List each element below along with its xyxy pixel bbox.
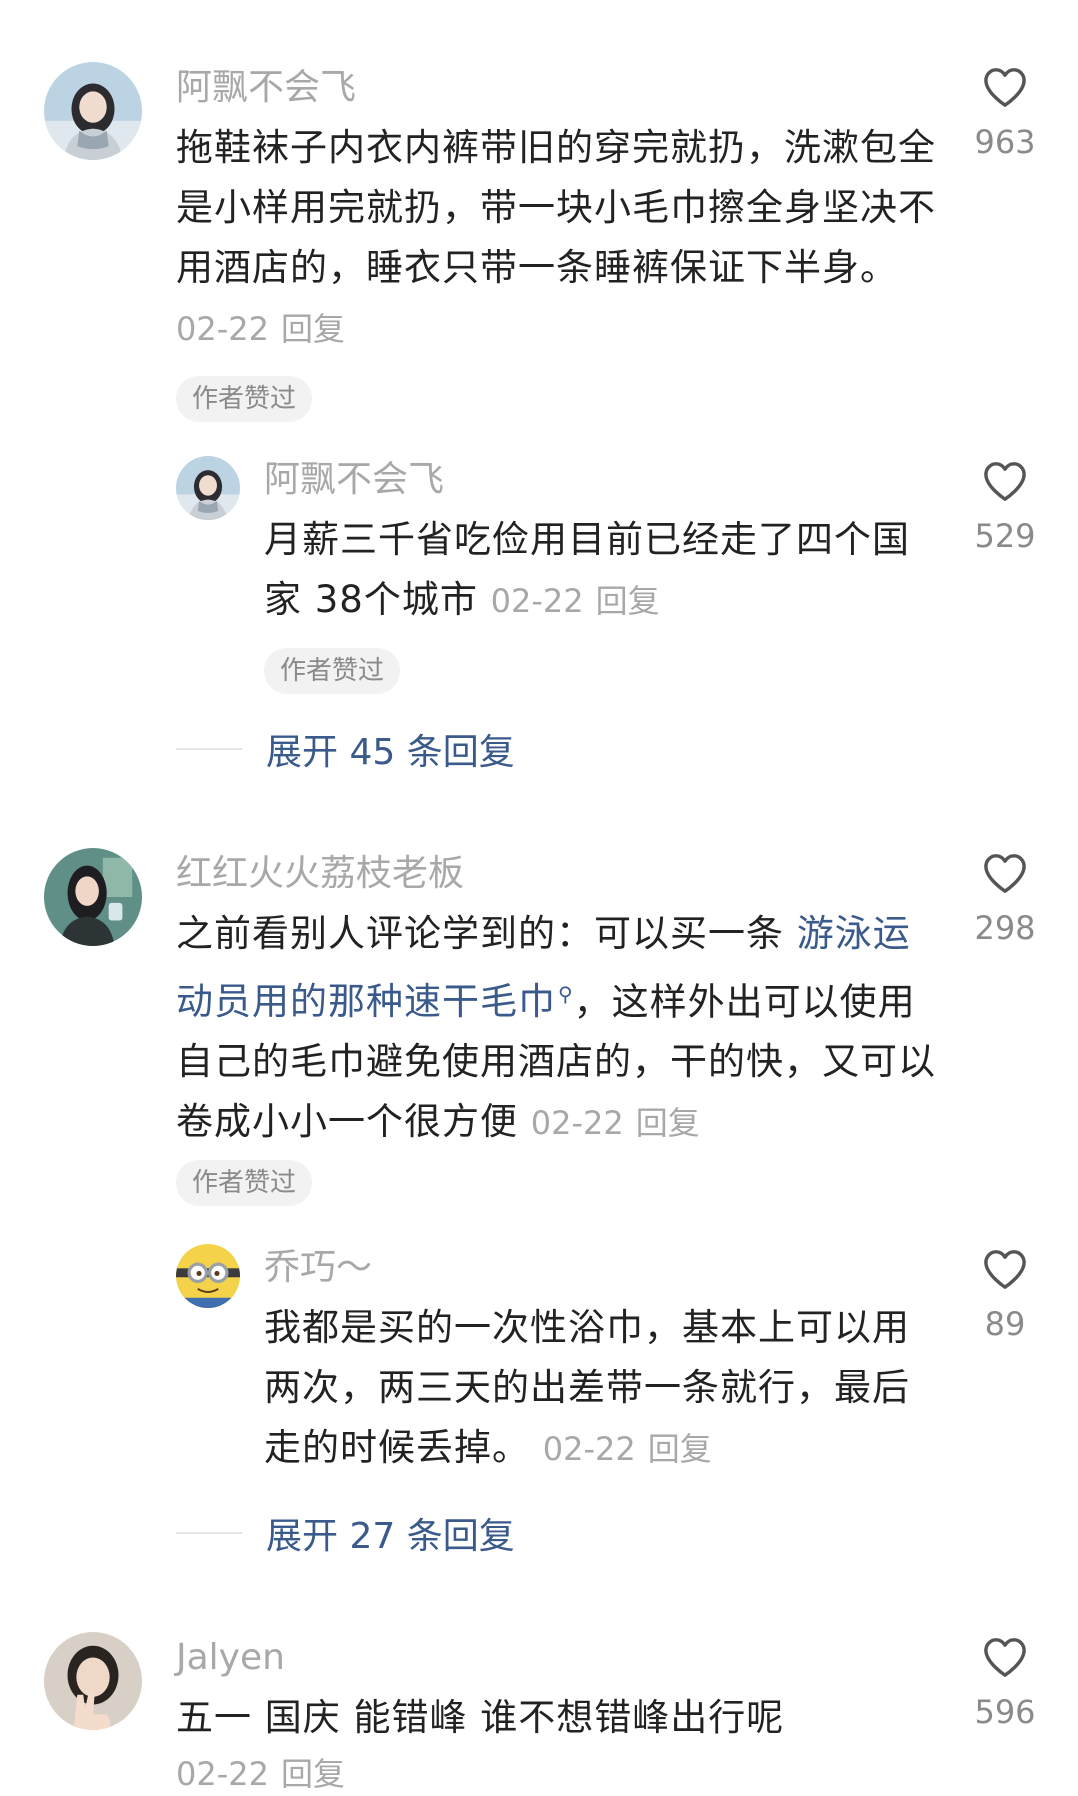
heart-icon xyxy=(984,68,1026,107)
like-button[interactable]: 89 xyxy=(955,1248,1055,1344)
author-liked-badge: 作者赞过 xyxy=(176,376,313,422)
divider xyxy=(176,1532,242,1534)
search-icon: ⚲ xyxy=(558,982,574,1006)
username[interactable]: Jalyen xyxy=(176,1636,285,1680)
user-avatar[interactable] xyxy=(44,62,142,160)
comment-text-content: 拖鞋袜子内衣内裤带旧的穿完就扔，洗漱包全是小样用完就扔，带一块小毛巾擦全身坚决不… xyxy=(176,126,936,289)
peace-sign-avatar-icon xyxy=(44,1632,142,1730)
comment-date: 02-22 xyxy=(176,1755,269,1793)
like-count: 529 xyxy=(974,517,1036,555)
reply-button[interactable]: 回复 xyxy=(281,310,345,348)
username[interactable]: 阿飘不会飞 xyxy=(176,66,356,110)
minion-avatar-icon xyxy=(176,1244,240,1308)
reply-meta: 02-22 回复 xyxy=(543,1430,712,1468)
reply-button[interactable]: 回复 xyxy=(648,1430,712,1468)
comment-date: 02-22 xyxy=(530,1104,624,1143)
girl-avatar-icon xyxy=(176,456,240,520)
comment-text-content: 五一 国庆 能错峰 谁不想错峰出行呢 xyxy=(176,1696,785,1739)
like-button[interactable]: 298 xyxy=(955,852,1055,948)
author-liked-badge: 作者赞过 xyxy=(264,648,401,694)
author-liked-badge: 作者赞过 xyxy=(176,1160,313,1206)
reply-text: 我都是买的一次性浴巾，基本上可以用两次，两三天的出差带一条就行，最后走的时候丢掉… xyxy=(264,1298,944,1479)
user-avatar[interactable] xyxy=(44,1632,142,1730)
reply-avatar[interactable] xyxy=(176,456,240,520)
reply-date: 02-22 xyxy=(542,1430,636,1468)
heart-icon xyxy=(984,854,1026,893)
reply-username[interactable]: 乔巧～ xyxy=(264,1246,372,1290)
comment-text: 拖鞋袜子内衣内裤带旧的穿完就扔，洗漱包全是小样用完就扔，带一块小毛巾擦全身坚决不… xyxy=(176,118,936,359)
comment-date: 02-22 xyxy=(176,310,269,348)
like-count: 963 xyxy=(974,123,1036,161)
comment-meta: 02-22 回复 xyxy=(176,310,345,348)
heart-icon xyxy=(984,462,1026,501)
reply-button[interactable]: 回复 xyxy=(636,1104,700,1142)
like-button[interactable]: 529 xyxy=(955,460,1055,556)
like-button[interactable]: 963 xyxy=(955,66,1055,162)
heart-icon xyxy=(984,1250,1026,1289)
divider xyxy=(176,748,242,750)
expand-replies-button[interactable]: 展开 27 条回复 xyxy=(176,1508,515,1558)
comment-meta: 02-22 回复 xyxy=(531,1104,700,1142)
comment-text: 之前看别人评论学到的：可以买一条 游泳运动员用的那种速干毛巾 ⚲，这样外出可以使用… xyxy=(176,904,936,1153)
woman-avatar-icon xyxy=(44,848,142,946)
like-count: 596 xyxy=(974,1693,1036,1731)
girl-avatar-icon xyxy=(44,62,142,160)
expand-replies-label: 展开 45 条回复 xyxy=(266,732,515,773)
username[interactable]: 红红火火荔枝老板 xyxy=(176,852,464,896)
expand-replies-button[interactable]: 展开 45 条回复 xyxy=(176,724,515,774)
reply-button[interactable]: 回复 xyxy=(596,582,660,620)
reply-text: 月薪三千省吃俭用目前已经走了四个国家 38个城市 02-22 回复 xyxy=(264,510,944,631)
comment-text: 五一 国庆 能错峰 谁不想错峰出行呢 xyxy=(176,1688,936,1748)
like-count: 298 xyxy=(974,909,1036,947)
reply-avatar[interactable] xyxy=(176,1244,240,1308)
reply-date: 02-22 xyxy=(490,582,584,620)
like-count: 89 xyxy=(984,1305,1026,1343)
heart-icon xyxy=(984,1638,1026,1677)
comment-meta: 02-22 回复 xyxy=(176,1752,345,1796)
expand-replies-label: 展开 27 条回复 xyxy=(266,1516,515,1557)
reply-meta: 02-22 回复 xyxy=(491,582,660,620)
comment-text-before-link: 之前看别人评论学到的：可以买一条 xyxy=(176,912,797,955)
reply-button[interactable]: 回复 xyxy=(281,1755,345,1793)
user-avatar[interactable] xyxy=(44,848,142,946)
reply-username[interactable]: 阿飘不会飞 xyxy=(264,458,444,502)
like-button[interactable]: 596 xyxy=(955,1636,1055,1732)
